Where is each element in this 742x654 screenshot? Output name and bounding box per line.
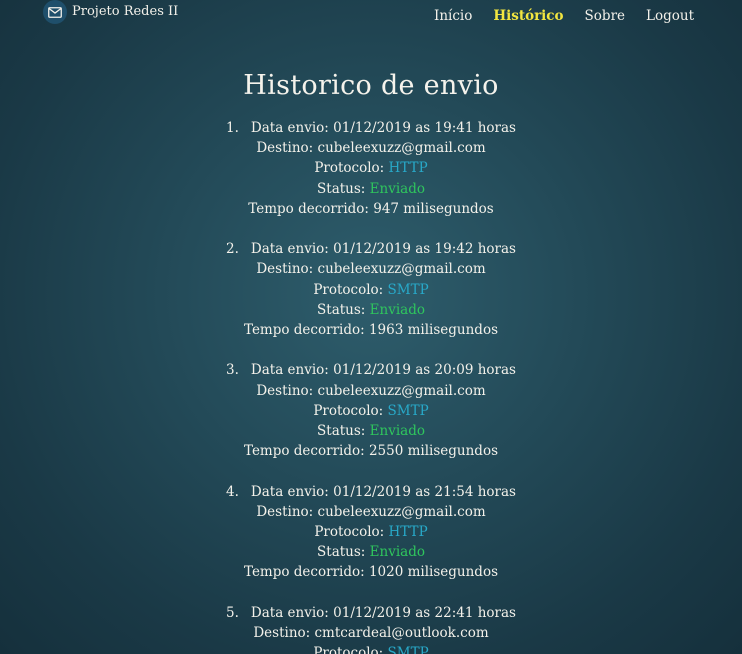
date-value: 01/12/2019 as 19:41 horas <box>333 120 516 136</box>
protocol-label: Protocolo: <box>313 645 384 654</box>
date-value: 01/12/2019 as 20:09 horas <box>333 362 516 379</box>
page-title: Historico de envio <box>243 70 499 101</box>
protocol-value: SMTP <box>387 645 429 654</box>
time-value: 947 milisegundos <box>373 200 494 217</box>
nav-link-sobre[interactable]: Sobre <box>585 6 625 26</box>
nav-links: Início Histórico Sobre Logout <box>434 6 694 26</box>
status-label: Status: <box>317 544 366 561</box>
history-entry: 1. Data envio: 01/12/2019 as 19:41 horas D… <box>0 118 742 219</box>
date-value: 01/12/2019 as 19:42 horas <box>333 241 516 258</box>
entry-date-line: 2. Data envio: 01/12/2019 as 19:42 horas <box>0 239 742 259</box>
entry-protocol-line: Protocolo: SMTP <box>0 401 742 421</box>
entry-date-line: 4. Data envio: 01/12/2019 as 21:54 horas <box>0 482 742 502</box>
dest-label: Destino: <box>256 503 314 520</box>
protocol-label: Protocolo: <box>313 281 384 298</box>
dest-value: cubeleexuzz@gmail.com <box>317 503 486 520</box>
entry-number: 3. <box>226 362 239 379</box>
protocol-value: HTTP <box>388 524 428 541</box>
entry-status-line: Status: Enviado <box>0 179 742 199</box>
entry-time-line: Tempo decorrido: 1020 milisegundos <box>0 562 742 582</box>
entry-dest-line: Destino: cubeleexuzz@gmail.com <box>0 138 742 158</box>
entry-number: 5. <box>226 604 239 621</box>
entry-time-line: Tempo decorrido: 947 milisegundos <box>0 199 742 219</box>
entry-dest-line: Destino: cmtcardeal@outlook.com <box>0 623 742 643</box>
dest-value: cubeleexuzz@gmail.com <box>317 261 486 278</box>
date-label: Data envio: <box>250 604 329 621</box>
time-label: Tempo decorrido: <box>243 564 365 581</box>
brand-link[interactable]: Projeto Redes II <box>43 0 178 24</box>
dest-value: cubeleexuzz@gmail.com <box>317 382 486 399</box>
dest-value: cmtcardeal@outlook.com <box>314 625 489 642</box>
date-label: Data envio: <box>250 362 329 379</box>
entry-date-line: 5. Data envio: 01/12/2019 as 22:41 horas <box>0 603 742 623</box>
entry-status-line: Status: Enviado <box>0 421 742 441</box>
status-label: Status: <box>317 423 366 440</box>
entry-status-line: Status: Enviado <box>0 300 742 320</box>
entry-protocol-line: Protocolo: HTTP <box>0 158 742 178</box>
time-value: 2550 milisegundos <box>368 443 499 460</box>
protocol-value: HTTP <box>388 160 428 177</box>
protocol-value: SMTP <box>387 402 429 419</box>
dest-value: cubeleexuzz@gmail.com <box>317 140 486 157</box>
date-label: Data envio: <box>250 483 329 500</box>
status-value: Enviado <box>369 301 425 318</box>
dest-label: Destino: <box>256 140 314 157</box>
history-entry: 4. Data envio: 01/12/2019 as 21:54 horas D… <box>0 482 742 583</box>
status-value: Enviado <box>369 423 425 440</box>
protocol-label: Protocolo: <box>313 402 384 419</box>
nav-link-inicio[interactable]: Início <box>434 6 472 26</box>
status-label: Status: <box>317 301 366 318</box>
entry-dest-line: Destino: cubeleexuzz@gmail.com <box>0 259 742 279</box>
navbar: Projeto Redes II Início Histórico Sobre … <box>0 0 742 32</box>
time-label: Tempo decorrido: <box>248 200 369 217</box>
time-label: Tempo decorrido: <box>243 443 365 460</box>
envelope-icon <box>43 0 67 24</box>
history-entry: 2. Data envio: 01/12/2019 as 19:42 horas D… <box>0 239 742 340</box>
time-value: 1963 milisegundos <box>368 322 499 339</box>
history-entry: 5. Data envio: 01/12/2019 as 22:41 horas D… <box>0 603 742 654</box>
entry-time-line: Tempo decorrido: 1963 milisegundos <box>0 320 742 340</box>
date-value: 01/12/2019 as 21:54 horas <box>333 483 516 500</box>
entry-time-line: Tempo decorrido: 2550 milisegundos <box>0 441 742 461</box>
entry-number: 2. <box>226 241 239 258</box>
date-value: 01/12/2019 as 22:41 horas <box>333 604 516 621</box>
entry-number: 4. <box>226 483 239 500</box>
protocol-value: SMTP <box>387 281 429 298</box>
nav-link-logout[interactable]: Logout <box>646 6 694 26</box>
entry-protocol-line: Protocolo: SMTP <box>0 643 742 654</box>
entry-protocol-line: Protocolo: SMTP <box>0 280 742 300</box>
nav-link-historico[interactable]: Histórico <box>493 6 563 26</box>
brand-label: Projeto Redes II <box>72 4 179 19</box>
dest-label: Destino: <box>256 261 314 278</box>
entry-dest-line: Destino: cubeleexuzz@gmail.com <box>0 502 742 522</box>
entry-number: 1. <box>226 120 239 136</box>
history-entry: 3. Data envio: 01/12/2019 as 20:09 horas D… <box>0 360 742 461</box>
protocol-label: Protocolo: <box>314 160 385 177</box>
dest-label: Destino: <box>253 625 311 642</box>
history-list: 1. Data envio: 01/12/2019 as 19:41 horas D… <box>0 118 742 654</box>
entry-dest-line: Destino: cubeleexuzz@gmail.com <box>0 381 742 401</box>
dest-label: Destino: <box>256 382 314 399</box>
time-value: 1020 milisegundos <box>368 564 499 581</box>
entry-protocol-line: Protocolo: HTTP <box>0 522 742 542</box>
time-label: Tempo decorrido: <box>243 322 365 339</box>
protocol-label: Protocolo: <box>314 524 385 541</box>
status-value: Enviado <box>369 544 425 561</box>
status-label: Status: <box>317 180 366 197</box>
date-label: Data envio: <box>250 241 329 258</box>
entry-date-line: 3. Data envio: 01/12/2019 as 20:09 horas <box>0 360 742 380</box>
entry-date-line: 1. Data envio: 01/12/2019 as 19:41 horas <box>0 118 742 138</box>
status-value: Enviado <box>369 180 425 197</box>
date-label: Data envio: <box>250 120 329 136</box>
entry-status-line: Status: Enviado <box>0 542 742 562</box>
